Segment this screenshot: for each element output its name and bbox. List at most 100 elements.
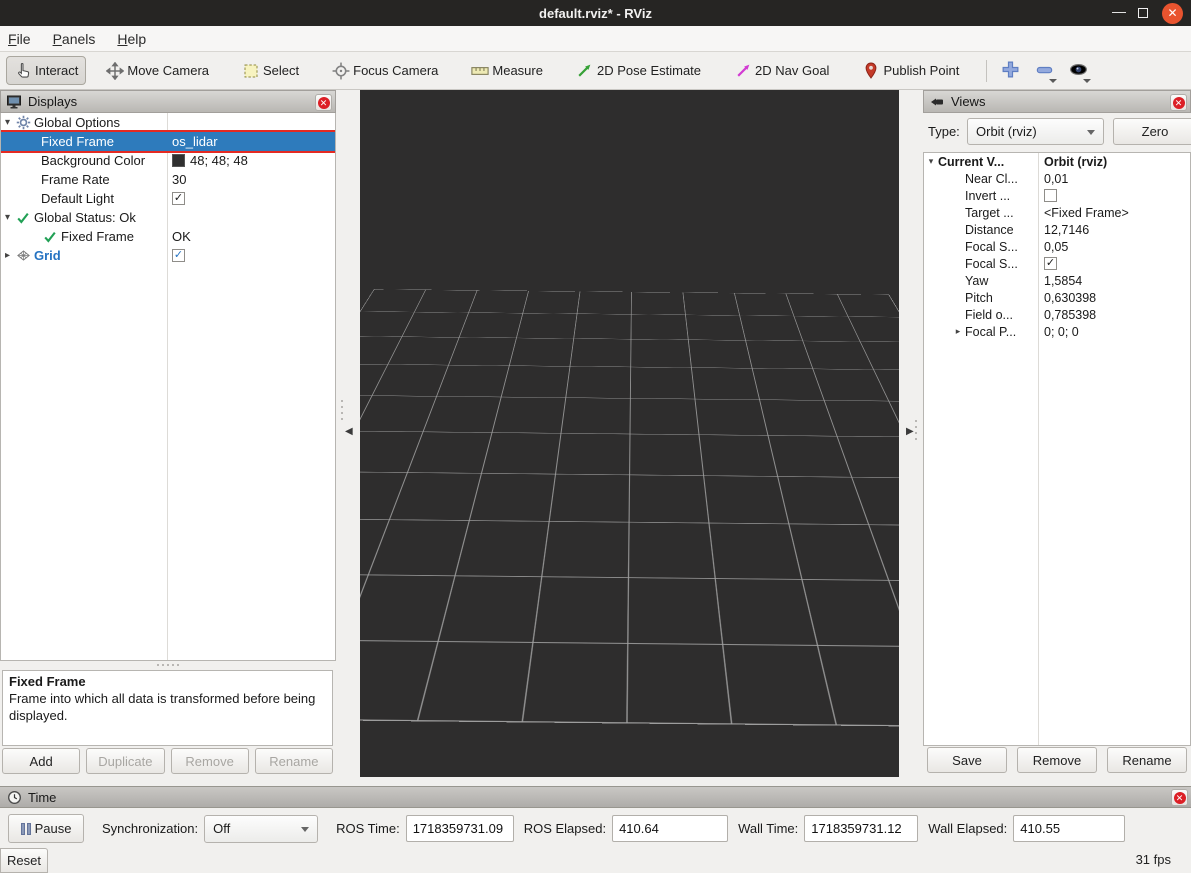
checkbox[interactable]: ✓ <box>1044 257 1057 270</box>
menu-help[interactable]: Help <box>117 31 146 47</box>
close-button[interactable]: ✕ <box>1162 3 1183 24</box>
view-type-dropdown[interactable]: Orbit (rviz) <box>967 118 1104 145</box>
property-value[interactable]: 1,5854 <box>1038 272 1190 289</box>
property-value[interactable]: 30 <box>167 170 335 189</box>
tool-focus-camera[interactable]: Focus Camera <box>324 56 446 85</box>
collapse-right-icon[interactable]: ▶ <box>906 426 914 437</box>
displays-row-fixed-frame[interactable]: Fixed FrameOK <box>1 227 335 246</box>
left-splitter[interactable]: ◀ <box>336 90 360 777</box>
displays-row-default-light[interactable]: Default Light ✓ <box>1 189 335 208</box>
property-value[interactable] <box>167 208 335 227</box>
property-value[interactable]: 0,630398 <box>1038 289 1190 306</box>
minimize-button[interactable]: — <box>1112 7 1124 19</box>
tool-move-camera[interactable]: Move Camera <box>98 56 217 85</box>
displays-row-global-status-ok[interactable]: ▾Global Status: Ok <box>1 208 335 227</box>
synchronization-dropdown[interactable]: Off <box>204 815 318 843</box>
tool-measure[interactable]: Measure <box>463 56 551 85</box>
time-panel-header[interactable]: Time ✕ <box>0 786 1191 808</box>
expander-icon[interactable]: ▾ <box>924 156 938 167</box>
property-value[interactable]: 12,7146 <box>1038 221 1190 238</box>
property-value[interactable]: ✓ <box>167 246 335 265</box>
property-value[interactable]: ✓ <box>1038 255 1190 272</box>
check-icon <box>41 229 59 245</box>
color-swatch[interactable] <box>172 154 185 167</box>
tool-publish-point[interactable]: Publish Point <box>854 56 967 85</box>
tool-label: 2D Pose Estimate <box>597 63 701 78</box>
views-close-button[interactable]: ✕ <box>1170 94 1187 111</box>
tool-2d-nav-goal[interactable]: 2D Nav Goal <box>726 56 837 85</box>
views-row-yaw[interactable]: Yaw1,5854 <box>924 272 1190 289</box>
views-row-target[interactable]: Target ...<Fixed Frame> <box>924 204 1190 221</box>
wall-time-input[interactable]: 1718359731.12 <box>804 815 918 842</box>
ros-time-input[interactable]: 1718359731.09 <box>406 815 514 842</box>
checkbox[interactable]: ✓ <box>172 249 185 262</box>
views-row-pitch[interactable]: Pitch0,630398 <box>924 289 1190 306</box>
wall-elapsed-input[interactable]: 410.55 <box>1013 815 1125 842</box>
add-tool-button[interactable] <box>997 58 1023 84</box>
displays-row-background-color[interactable]: Background Color48; 48; 48 <box>1 151 335 170</box>
property-value[interactable]: os_lidar <box>167 132 335 151</box>
property-value[interactable] <box>167 113 335 132</box>
displays-remove-button: Remove <box>171 748 249 774</box>
tool-properties-button[interactable] <box>1065 58 1091 84</box>
views-panel-header[interactable]: Views ✕ <box>923 90 1191 113</box>
grid-icon <box>14 248 32 264</box>
reset-button[interactable]: Reset <box>0 848 48 873</box>
property-value[interactable]: ✓ <box>167 189 335 208</box>
views-rename-button[interactable]: Rename <box>1107 747 1187 773</box>
views-row-focal-s[interactable]: Focal S...✓ <box>924 255 1190 272</box>
expander-icon[interactable]: ▾ <box>1 117 14 128</box>
displays-row-global-options[interactable]: ▾Global Options <box>1 113 335 132</box>
tool-select[interactable]: Select <box>234 56 307 85</box>
maximize-button[interactable] <box>1138 8 1148 18</box>
remove-tool-button[interactable] <box>1031 58 1057 84</box>
title-bar[interactable]: default.rviz* - RViz — ✕ <box>0 0 1191 26</box>
views-row-current-v[interactable]: ▾Current V...Orbit (rviz) <box>924 153 1190 170</box>
property-value[interactable]: 0,01 <box>1038 170 1190 187</box>
property-value[interactable]: OK <box>167 227 335 246</box>
views-row-distance[interactable]: Distance12,7146 <box>924 221 1190 238</box>
property-value[interactable]: 0; 0; 0 <box>1038 323 1190 340</box>
menu-panels[interactable]: Panels <box>53 31 96 47</box>
right-splitter[interactable]: ▶ <box>899 90 923 777</box>
tool-interact[interactable]: Interact <box>6 56 86 85</box>
displays-row-grid[interactable]: ▸Grid✓ <box>1 246 335 265</box>
tool-label: Focus Camera <box>353 63 438 78</box>
views-row-focal-p[interactable]: ▸Focal P...0; 0; 0 <box>924 323 1190 340</box>
expander-icon[interactable]: ▸ <box>1 250 14 261</box>
checkbox[interactable] <box>1044 189 1057 202</box>
zero-button[interactable]: Zero <box>1113 118 1191 145</box>
displays-close-button[interactable]: ✕ <box>315 94 332 111</box>
displays-row-frame-rate[interactable]: Frame Rate30 <box>1 170 335 189</box>
views-row-focal-s[interactable]: Focal S...0,05 <box>924 238 1190 255</box>
tool-2d-pose-estimate[interactable]: 2D Pose Estimate <box>568 56 709 85</box>
displays-row-fixed-frame[interactable]: Fixed Frameos_lidar <box>1 132 335 151</box>
views-save-button[interactable]: Save <box>927 747 1007 773</box>
property-value[interactable]: 0,785398 <box>1038 306 1190 323</box>
clock-icon <box>5 789 23 805</box>
property-value[interactable] <box>1038 187 1190 204</box>
displays-panel-header[interactable]: Displays ✕ <box>0 90 336 113</box>
views-row-near-cl[interactable]: Near Cl...0,01 <box>924 170 1190 187</box>
fps-counter: 31 fps <box>1136 852 1171 867</box>
views-remove-button[interactable]: Remove <box>1017 747 1097 773</box>
help-splitter-handle[interactable] <box>0 662 336 668</box>
displays-add-button[interactable]: Add <box>2 748 80 774</box>
expander-icon[interactable]: ▸ <box>951 326 965 337</box>
views-row-field-o[interactable]: Field o... 0,785398 <box>924 306 1190 323</box>
time-close-button[interactable]: ✕ <box>1171 789 1188 806</box>
property-value[interactable]: 0,05 <box>1038 238 1190 255</box>
collapse-left-icon[interactable]: ◀ <box>345 426 353 437</box>
expander-icon[interactable]: ▾ <box>1 212 14 223</box>
views-row-invert[interactable]: Invert ... <box>924 187 1190 204</box>
property-label: Default Light <box>39 191 114 206</box>
property-value[interactable]: 48; 48; 48 <box>167 151 335 170</box>
property-value[interactable]: Orbit (rviz) <box>1038 153 1190 170</box>
property-label: Field o... <box>965 308 1013 322</box>
ros-elapsed-input[interactable]: 410.64 <box>612 815 728 842</box>
checkbox[interactable]: ✓ <box>172 192 185 205</box>
menu-file[interactable]: File <box>8 31 31 47</box>
property-value[interactable]: <Fixed Frame> <box>1038 204 1190 221</box>
render-viewport[interactable] <box>360 90 899 777</box>
pause-button[interactable]: Pause <box>8 814 84 843</box>
